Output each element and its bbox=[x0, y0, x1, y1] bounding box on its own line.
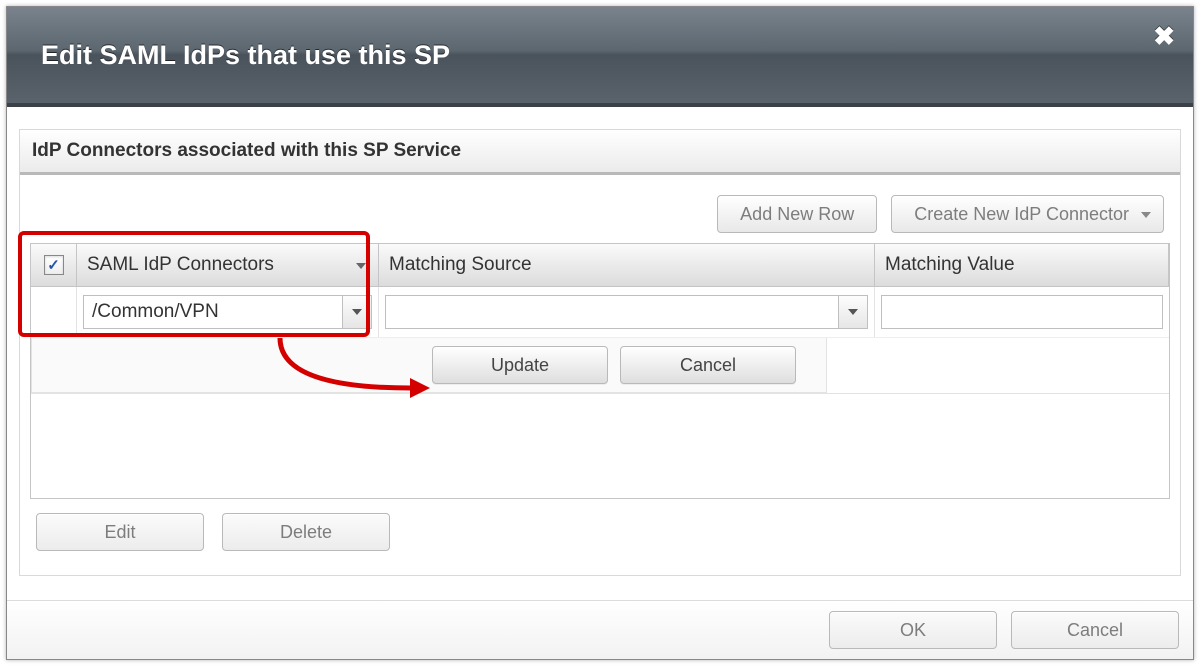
table-row: /Common/VPN bbox=[31, 287, 1169, 338]
column-header-matching-value[interactable]: Matching Value bbox=[875, 244, 1169, 286]
panel-toolbar: Add New Row Create New IdP Connector bbox=[30, 185, 1170, 243]
connectors-grid: ✓ SAML IdP Connectors Matching Source Ma… bbox=[30, 243, 1170, 499]
dialog-titlebar: Edit SAML IdPs that use this SP ✖ bbox=[7, 7, 1193, 107]
idp-connector-select[interactable]: /Common/VPN bbox=[83, 295, 372, 329]
row-checkbox-cell bbox=[31, 287, 77, 337]
matching-value-input[interactable] bbox=[881, 295, 1163, 329]
cancel-button[interactable]: Cancel bbox=[1011, 611, 1179, 649]
column-header-checkbox[interactable]: ✓ bbox=[31, 244, 77, 286]
ok-button[interactable]: OK bbox=[829, 611, 997, 649]
panel-body: Add New Row Create New IdP Connector ✓ S… bbox=[20, 175, 1180, 575]
row-connector-cell: /Common/VPN bbox=[77, 287, 379, 337]
update-button[interactable]: Update bbox=[432, 346, 608, 384]
idp-connector-value: /Common/VPN bbox=[92, 301, 219, 323]
grid-empty-area bbox=[31, 393, 1169, 498]
dialog-footer: OK Cancel bbox=[7, 600, 1193, 659]
cancel-row-button[interactable]: Cancel bbox=[620, 346, 796, 384]
row-inline-actions: Update Cancel bbox=[31, 338, 827, 393]
idp-connectors-panel: IdP Connectors associated with this SP S… bbox=[19, 129, 1181, 576]
delete-button[interactable]: Delete bbox=[222, 513, 390, 551]
chevron-down-icon[interactable] bbox=[342, 296, 371, 328]
header-checkbox[interactable]: ✓ bbox=[44, 255, 64, 275]
column-header-connectors[interactable]: SAML IdP Connectors bbox=[77, 244, 379, 286]
row-value-cell bbox=[875, 287, 1169, 337]
panel-bottom-actions: Edit Delete bbox=[30, 499, 1170, 555]
chevron-down-icon[interactable] bbox=[838, 296, 867, 328]
grid-header-row: ✓ SAML IdP Connectors Matching Source Ma… bbox=[31, 243, 1169, 287]
matching-source-select[interactable] bbox=[385, 295, 868, 329]
panel-header: IdP Connectors associated with this SP S… bbox=[20, 130, 1180, 175]
row-source-cell bbox=[379, 287, 875, 337]
edit-saml-idp-dialog: Edit SAML IdPs that use this SP ✖ IdP Co… bbox=[6, 6, 1194, 660]
dialog-body: IdP Connectors associated with this SP S… bbox=[7, 107, 1193, 600]
column-header-matching-source[interactable]: Matching Source bbox=[379, 244, 875, 286]
dialog-title: Edit SAML IdPs that use this SP bbox=[41, 40, 450, 71]
create-new-idp-connector-button[interactable]: Create New IdP Connector bbox=[891, 195, 1164, 233]
edit-button[interactable]: Edit bbox=[36, 513, 204, 551]
add-new-row-button[interactable]: Add New Row bbox=[717, 195, 877, 233]
close-icon[interactable]: ✖ bbox=[1153, 23, 1175, 49]
